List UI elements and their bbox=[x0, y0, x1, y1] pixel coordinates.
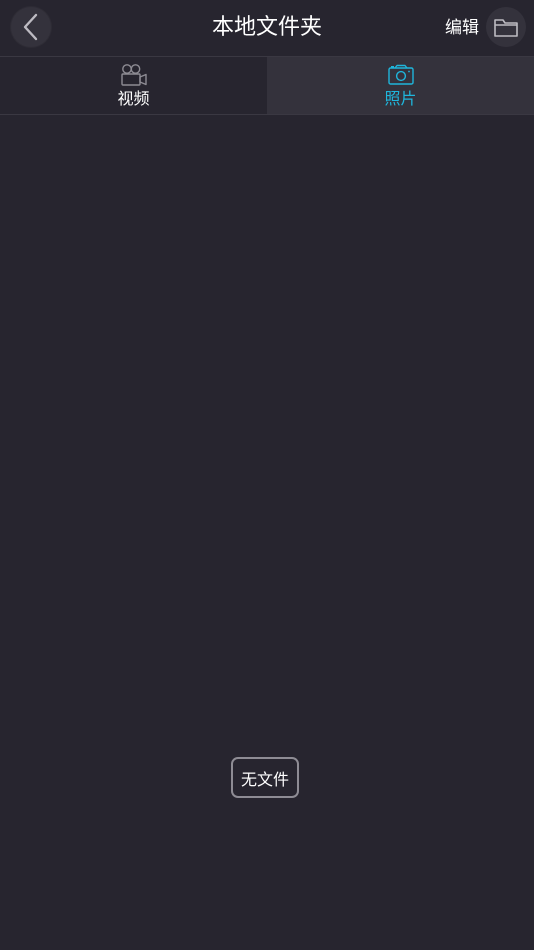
folder-icon bbox=[494, 19, 518, 37]
tab-video-label: 视频 bbox=[117, 89, 150, 108]
file-list-area bbox=[0, 115, 534, 950]
folder-button[interactable] bbox=[486, 7, 526, 47]
top-bar: 本地文件夹 编辑 bbox=[0, 0, 534, 56]
empty-state-badge: 无文件 bbox=[231, 757, 299, 798]
camera-icon bbox=[387, 64, 414, 85]
edit-button[interactable]: 编辑 bbox=[440, 15, 484, 41]
chevron-left-icon bbox=[23, 13, 38, 41]
tab-video[interactable]: 视频 bbox=[0, 57, 267, 114]
media-tabs: 视频 照片 bbox=[0, 56, 534, 115]
tab-photo-label: 照片 bbox=[384, 89, 417, 108]
tab-photo[interactable]: 照片 bbox=[267, 57, 534, 114]
back-button[interactable] bbox=[11, 7, 51, 47]
video-camera-icon bbox=[120, 64, 147, 86]
